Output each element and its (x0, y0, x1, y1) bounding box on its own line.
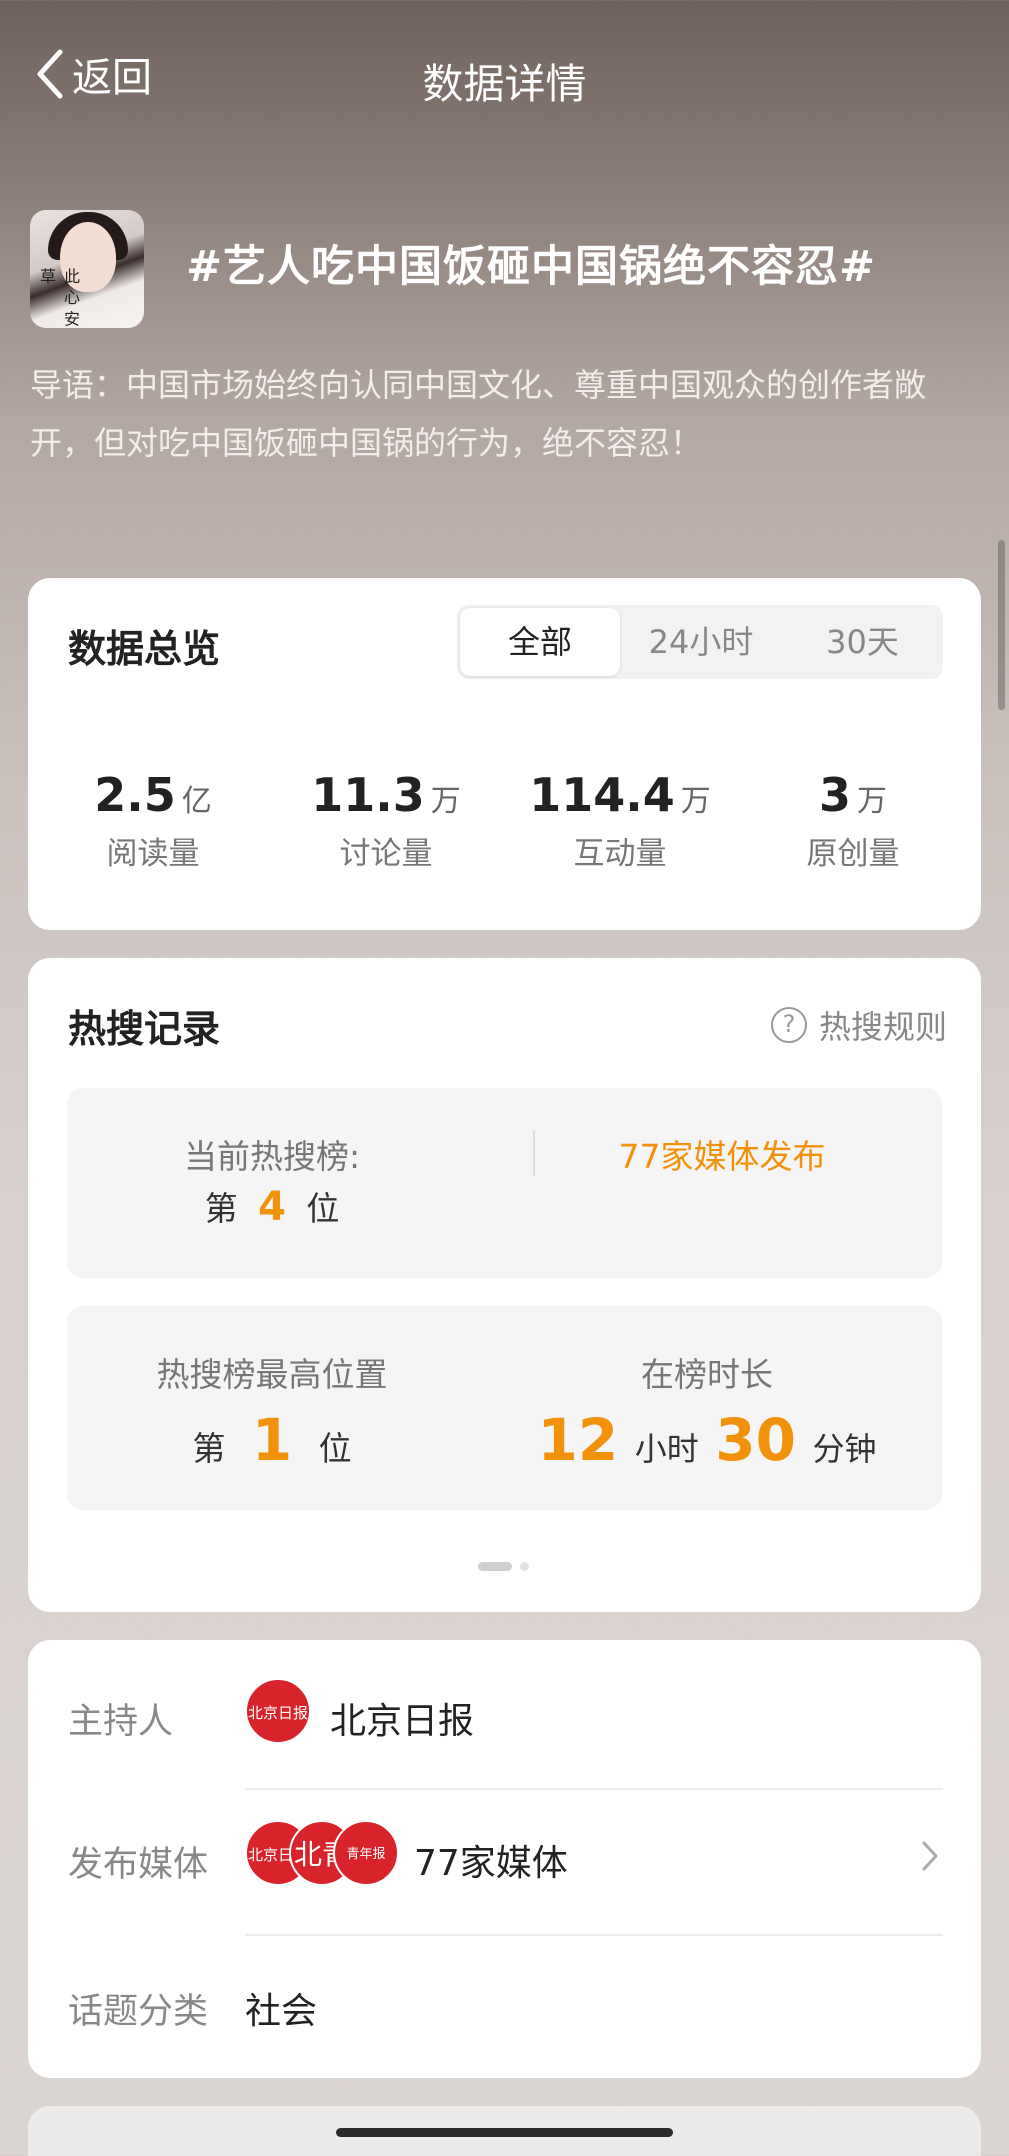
stat-reads: 2.5 亿 阅读量 (43, 768, 263, 873)
current-rank-label: 当前热搜榜: (183, 1137, 361, 1176)
stat-interactions: 114.4 万 互动量 (510, 768, 730, 873)
stat-label: 讨论量 (339, 836, 433, 872)
overview-title: 数据总览 (68, 627, 221, 671)
duration-label: 在榜时长 (641, 1355, 773, 1394)
hot-search-title: 热搜记录 (68, 1007, 221, 1051)
question-icon: ? (770, 1007, 807, 1043)
hot-search-card: 热搜记录 ? 热搜规则 当前热搜榜: 第 4 位 77家媒体发布 热搜榜最高位置… (28, 958, 981, 1612)
topic-cover-image: 此 心 安 草 (30, 210, 144, 328)
media-logo: 青年报 (333, 1820, 399, 1886)
current-rank-number: 4 (258, 1184, 286, 1230)
peak-rank-number: 1 (251, 1406, 293, 1474)
media-release-link[interactable]: 77家媒体发布 (567, 1130, 877, 1178)
peak-rank-value: 第 1 位 (192, 1406, 352, 1474)
stat-label: 阅读量 (106, 836, 200, 872)
stat-discussions: 11.3 万 讨论量 (276, 768, 496, 873)
stat-unit: 万 (857, 784, 887, 819)
info-card: 主持人 北京日报 北京日报 发布媒体 北京日报 北青 青年报 77家媒体 话题分… (28, 1640, 981, 2078)
media-label: 发布媒体 (68, 1845, 209, 1885)
rules-label: 热搜规则 (818, 1008, 947, 1046)
page-indicator-active (478, 1562, 512, 1571)
hot-search-rules-link[interactable]: ? 热搜规则 (770, 1002, 947, 1048)
stat-value: 114.4 (529, 768, 675, 822)
stat-originals: 3万 原创量 (743, 768, 963, 873)
host-logo: 北京日报 (245, 1678, 311, 1744)
category-label: 话题分类 (68, 1992, 209, 2032)
stat-value: 2.5 (94, 768, 176, 822)
page-indicator-dot (520, 1562, 529, 1571)
divider (245, 1934, 943, 1936)
topic-header: 此 心 安 草 #艺人吃中国饭砸中国锅绝不容忍# (30, 210, 980, 328)
header-bar: 返回 数据详情 (0, 0, 1009, 150)
chevron-right-icon (922, 1841, 938, 1871)
media-count: 77家媒体 (414, 1843, 568, 1884)
current-rank-value: 第 4 位 (204, 1184, 340, 1230)
stat-label: 原创量 (806, 836, 900, 872)
host-label: 主持人 (68, 1702, 174, 1742)
overview-card: 数据总览 全部 24小时 30天 2.5 亿 阅读量 11.3 万 讨论量 114.… (28, 578, 981, 930)
divider (533, 1130, 535, 1176)
current-rank-panel: 当前热搜榜: 第 4 位 77家媒体发布 (67, 1088, 942, 1278)
topic-name: #艺人吃中国饭砸中国锅绝不容忍# (186, 242, 877, 292)
peak-rank-label: 热搜榜最高位置 (156, 1355, 388, 1394)
cover-caption: 此 心 安 草 (37, 268, 80, 327)
stat-label: 互动量 (573, 836, 667, 872)
host-name[interactable]: 北京日报 (330, 1692, 474, 1744)
stat-unit: 万 (680, 784, 711, 819)
stat-unit: 亿 (181, 784, 212, 819)
duration-value: 12 小时 30 分钟 (537, 1406, 877, 1474)
home-indicator[interactable] (336, 2128, 673, 2137)
category-value: 社会 (245, 1991, 318, 2032)
scrollbar[interactable] (998, 540, 1005, 710)
tab-24h[interactable]: 24小时 (620, 605, 782, 679)
tab-30d[interactable]: 30天 (782, 605, 943, 679)
divider (245, 1788, 943, 1790)
peak-duration-panel: 热搜榜最高位置 第 1 位 在榜时长 12 小时 30 分钟 (67, 1306, 942, 1510)
stat-unit: 万 (430, 784, 461, 819)
stat-value: 11.3 (311, 768, 425, 822)
duration-hours: 12 (537, 1406, 619, 1474)
stat-value: 3 (818, 768, 851, 822)
duration-minutes: 30 (715, 1406, 796, 1474)
page-title: 数据详情 (422, 60, 587, 108)
tab-all[interactable]: 全部 (460, 608, 620, 676)
topic-intro: 导语：中国市场始终向认同中国文化、尊重中国观众的创作者敞开，但对吃中国饭砸中国锅… (30, 366, 927, 462)
time-range-tabs: 全部 24小时 30天 (457, 605, 943, 679)
